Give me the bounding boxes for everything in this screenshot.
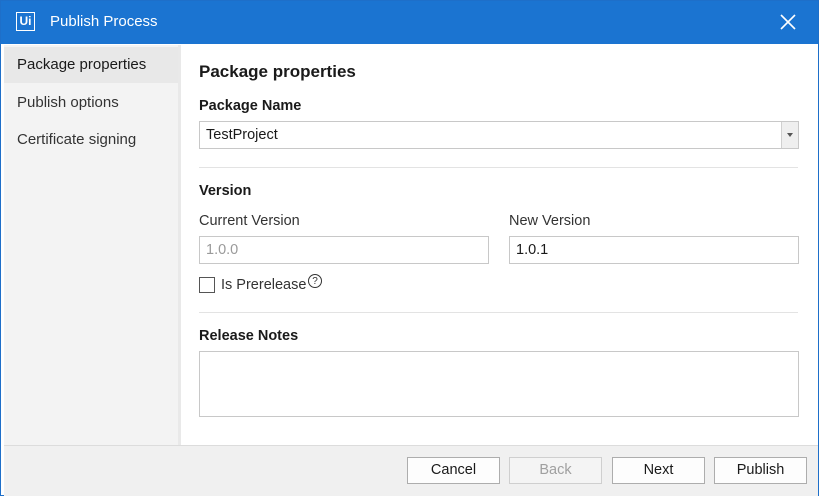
publish-process-dialog: Ui Publish Process Package properties Pu… [0,0,819,496]
uipath-logo-icon: Ui [16,12,35,31]
page-title: Package properties [199,62,356,81]
sidebar-item-package-properties[interactable]: Package properties [4,47,178,83]
package-name-value: TestProject [206,127,278,143]
cancel-button[interactable]: Cancel [407,457,500,484]
divider [199,312,798,313]
publish-button[interactable]: Publish [714,457,807,484]
window-title: Publish Process [50,13,158,30]
release-notes-textarea[interactable] [199,351,799,417]
sidebar-item-publish-options[interactable]: Publish options [4,85,178,121]
sidebar: Package properties Publish options Certi… [4,45,178,445]
chevron-down-icon[interactable] [781,122,798,148]
package-name-combobox[interactable]: TestProject [199,121,799,149]
next-button[interactable]: Next [612,457,705,484]
sidebar-item-certificate-signing[interactable]: Certificate signing [4,122,178,158]
package-name-label: Package Name [199,98,302,114]
dialog-footer: Cancel Back Next Publish [4,445,818,496]
divider [199,167,798,168]
close-icon [780,14,796,30]
main-panel: Package properties Package Name TestProj… [181,45,818,445]
current-version-label: Current Version [199,213,300,229]
title-bar: Ui Publish Process [1,1,818,44]
close-button[interactable] [777,11,799,33]
prerelease-checkbox[interactable] [199,277,215,293]
help-icon[interactable]: ? [308,274,322,288]
new-version-label: New Version [509,213,591,229]
version-label: Version [199,183,252,199]
prerelease-label: Is Prerelease [221,277,307,293]
release-notes-label: Release Notes [199,328,299,344]
back-button[interactable]: Back [509,457,602,484]
new-version-field[interactable]: 1.0.1 [509,236,799,264]
current-version-field: 1.0.0 [199,236,489,264]
